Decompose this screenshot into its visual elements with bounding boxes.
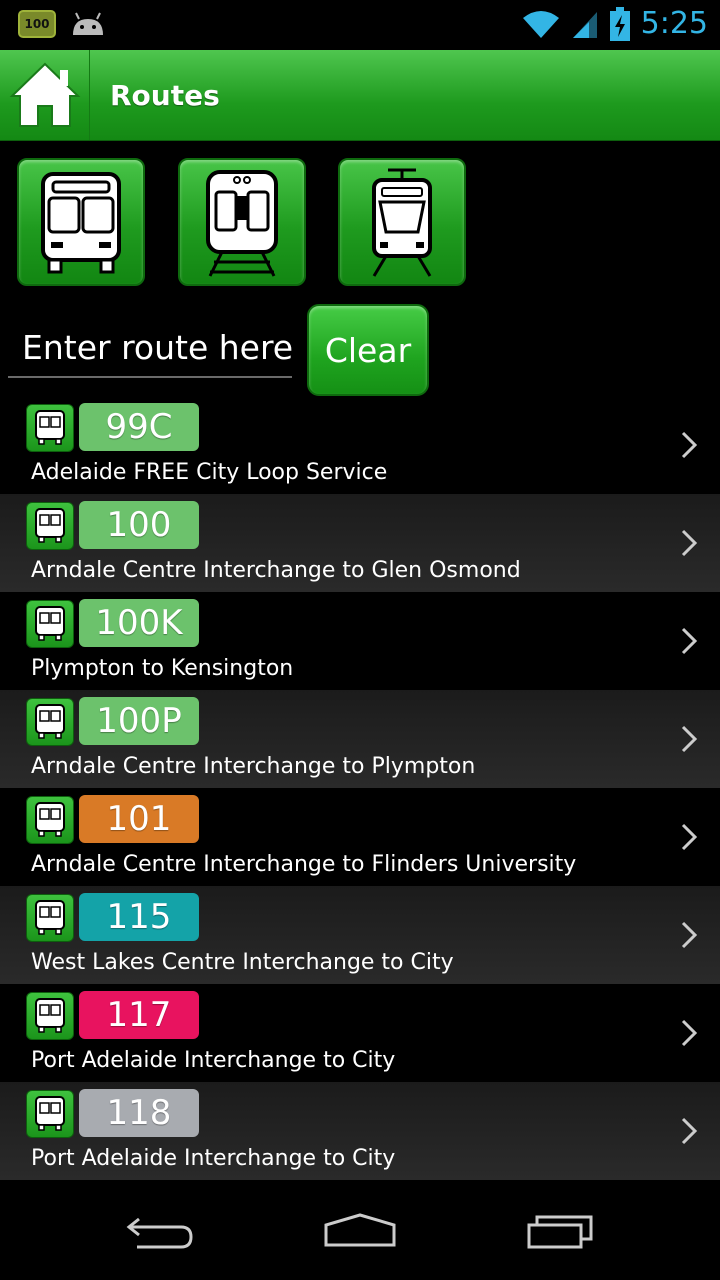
chevron-right-icon xyxy=(681,1117,698,1145)
route-number-badge: 117 xyxy=(79,991,199,1039)
clock: 5:25 xyxy=(640,6,708,41)
route-row[interactable]: 100 Arndale Centre Interchange to Glen O… xyxy=(0,494,720,592)
bus-icon xyxy=(26,1090,74,1138)
route-description: Port Adelaide Interchange to City xyxy=(31,1048,396,1073)
battery-notification-icon: 100 xyxy=(18,10,56,38)
clear-button[interactable]: Clear xyxy=(307,304,429,396)
route-description: Plympton to Kensington xyxy=(31,656,294,681)
bus-icon xyxy=(26,992,74,1040)
page-title: Routes xyxy=(110,79,220,112)
route-description: West Lakes Centre Interchange to City xyxy=(31,950,454,975)
route-row[interactable]: 118 Port Adelaide Interchange to City xyxy=(0,1082,720,1180)
signal-icon xyxy=(572,11,597,38)
navigation-bar xyxy=(0,1182,720,1280)
route-number-badge: 118 xyxy=(79,1089,199,1137)
home-icon xyxy=(9,62,81,127)
bus-icon xyxy=(26,796,74,844)
route-list: 99C Adelaide FREE City Loop Service 100 … xyxy=(0,396,720,1180)
bus-icon xyxy=(26,600,74,648)
chevron-right-icon xyxy=(681,529,698,557)
battery-charging-icon xyxy=(609,6,630,41)
recent-apps-icon xyxy=(527,1215,593,1249)
action-bar: Routes xyxy=(0,50,720,141)
route-search-input[interactable] xyxy=(8,318,292,378)
bus-icon xyxy=(41,172,121,274)
route-description: Port Adelaide Interchange to City xyxy=(31,1146,396,1171)
tram-mode-button[interactable] xyxy=(338,158,466,286)
route-row[interactable]: 100P Arndale Centre Interchange to Plymp… xyxy=(0,690,720,788)
route-number-badge: 100 xyxy=(79,501,199,549)
bus-icon xyxy=(26,502,74,550)
bus-icon xyxy=(26,894,74,942)
home-nav-icon xyxy=(324,1213,396,1247)
train-mode-button[interactable] xyxy=(178,158,306,286)
route-row[interactable]: 115 West Lakes Centre Interchange to Cit… xyxy=(0,886,720,984)
chevron-right-icon xyxy=(681,627,698,655)
route-description: Adelaide FREE City Loop Service xyxy=(31,460,388,485)
action-bar-divider xyxy=(89,50,90,140)
bus-icon xyxy=(26,698,74,746)
wifi-icon xyxy=(522,10,559,38)
home-button[interactable] xyxy=(0,50,90,140)
chevron-right-icon xyxy=(681,921,698,949)
route-number-badge: 101 xyxy=(79,795,199,843)
route-description: Arndale Centre Interchange to Glen Osmon… xyxy=(31,558,521,583)
back-icon xyxy=(126,1217,193,1249)
train-icon xyxy=(206,170,278,277)
route-description: Arndale Centre Interchange to Flinders U… xyxy=(31,852,577,877)
route-row[interactable]: 99C Adelaide FREE City Loop Service xyxy=(0,396,720,494)
status-bar: 100 5:25 xyxy=(0,0,720,50)
tram-icon xyxy=(372,168,432,277)
route-description: Arndale Centre Interchange to Plympton xyxy=(31,754,476,779)
route-number-badge: 100P xyxy=(79,697,199,745)
route-number-badge: 115 xyxy=(79,893,199,941)
chevron-right-icon xyxy=(681,1019,698,1047)
route-number-badge: 100K xyxy=(79,599,199,647)
android-icon xyxy=(73,12,103,35)
route-number-badge: 99C xyxy=(79,403,199,451)
chevron-right-icon xyxy=(681,725,698,753)
bus-mode-button[interactable] xyxy=(17,158,145,286)
bus-icon xyxy=(26,404,74,452)
chevron-right-icon xyxy=(681,823,698,851)
recent-apps-button[interactable] xyxy=(440,1182,680,1280)
chevron-right-icon xyxy=(681,431,698,459)
route-row[interactable]: 101 Arndale Centre Interchange to Flinde… xyxy=(0,788,720,886)
route-row[interactable]: 117 Port Adelaide Interchange to City xyxy=(0,984,720,1082)
route-row[interactable]: 100K Plympton to Kensington xyxy=(0,592,720,690)
